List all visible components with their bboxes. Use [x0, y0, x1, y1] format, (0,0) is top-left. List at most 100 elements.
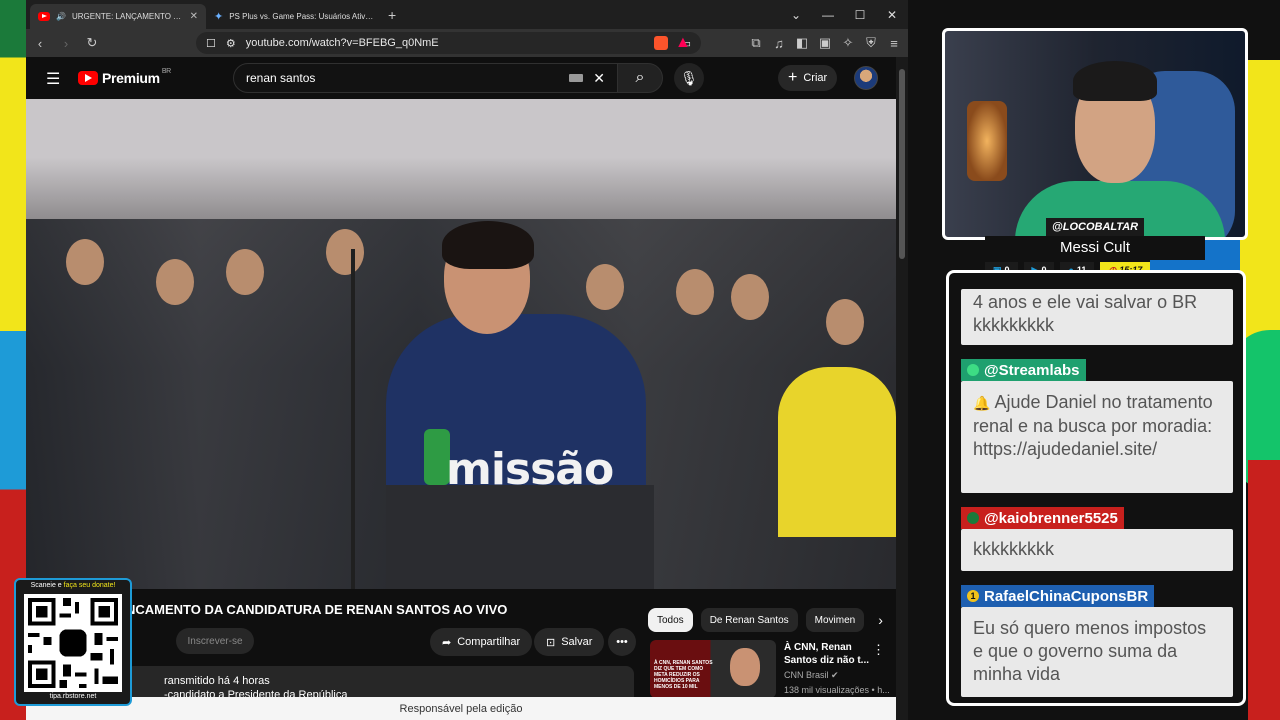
site-info-icon[interactable]: ⚙ [226, 37, 236, 50]
youtube-logo-icon [78, 71, 98, 85]
youtube-favicon-icon [38, 12, 50, 21]
qr-caption: Scaneie e faça seu donate! [30, 582, 116, 589]
tab-label: URGENTE: LANÇAMENTO DA CANDIDATURA [71, 12, 184, 21]
more-actions-button[interactable]: ••• [608, 628, 636, 656]
video-person [156, 259, 194, 305]
reload-icon[interactable]: ↻ [84, 35, 100, 51]
scrollbar[interactable] [896, 57, 908, 720]
more-icon: ••• [616, 636, 628, 648]
vpn-icon[interactable]: ⛨ [863, 35, 879, 51]
brave-rewards-icon[interactable]: ▲ [675, 34, 691, 52]
bookmark-icon[interactable]: ☐ [206, 37, 216, 50]
scrollbar-thumb[interactable] [899, 69, 905, 259]
extensions-icon[interactable]: ⧉ [748, 35, 764, 51]
logo-text: Premium [102, 70, 160, 86]
share-icon: ➦ [442, 636, 452, 649]
audio-playing-icon: 🔊 [56, 12, 66, 21]
chat-username: @Streamlabs [961, 359, 1086, 381]
chip-de-renan-santos[interactable]: De Renan Santos [700, 608, 798, 632]
video-podium [386, 485, 654, 589]
video-title: NCAMENTO DA CANDIDATURA DE RENAN SANTOS … [126, 602, 508, 617]
recommended-menu-icon[interactable]: ⋮ [872, 642, 885, 658]
close-window-icon[interactable]: ✕ [876, 8, 908, 22]
video-person [826, 299, 864, 345]
microphone-icon: 🎙 [680, 69, 698, 86]
video-person [731, 274, 769, 320]
brave-shields: ▲ [654, 29, 691, 57]
recommended-thumbnail[interactable]: À CNN, RENAN SANTOS DIZ QUE TEM COMO MET… [650, 640, 776, 698]
tab-youtube[interactable]: 🔊 URGENTE: LANÇAMENTO DA CANDIDATURA ✕ [30, 4, 206, 29]
webcam-lamp [967, 101, 1007, 181]
new-tab-icon[interactable]: + [388, 7, 396, 23]
browser-window: 🔊 URGENTE: LANÇAMENTO DA CANDIDATURA ✕ ✦… [26, 0, 908, 720]
hamburger-menu-icon[interactable]: ☰ [46, 69, 60, 89]
search-button[interactable]: ⌕ [617, 63, 663, 93]
menu-icon[interactable]: ≡ [886, 36, 902, 51]
maximize-icon[interactable]: ☐ [844, 8, 876, 22]
brave-shield-icon[interactable] [654, 36, 668, 50]
save-label: Salvar [561, 636, 593, 648]
streamer-handle: @LOCOBALTAR [1046, 218, 1145, 236]
leo-ai-icon[interactable]: ✧ [840, 35, 856, 51]
search-value: renan santos [246, 71, 316, 85]
thumbnail-text: À CNN, RENAN SANTOS DIZ QUE TEM COMO MET… [654, 660, 713, 690]
music-icon[interactable]: ♫ [771, 36, 787, 51]
recommended-views: 138 mil visualizações • h... [784, 685, 890, 695]
create-button[interactable]: + Criar [778, 65, 838, 91]
bookmark-save-icon: ⊡ [546, 636, 556, 649]
chat-message-text: Eu só quero menos impostos e que o gover… [961, 607, 1233, 697]
qr-url: tipa.rbstore.net [49, 693, 97, 700]
video-player[interactable]: missão [26, 99, 896, 589]
youtube-logo[interactable]: Premium BR [78, 67, 171, 86]
back-icon[interactable]: ‹ [32, 36, 48, 51]
rank-badge-icon: 1 [967, 590, 979, 602]
video-mic-stand [351, 249, 355, 589]
video-speaker-hair [442, 221, 534, 269]
forward-icon[interactable]: › [58, 36, 74, 51]
chat-username: 1 RafaelChinaCuponsBR [961, 585, 1155, 607]
search-input[interactable]: renan santos ✕ [233, 63, 618, 93]
share-label: Compartilhar [457, 636, 521, 648]
description-line: ransmitido há 4 horas [164, 675, 270, 687]
chat-username: @kaiobrenner5525 [961, 507, 1124, 529]
webcam-frame [942, 28, 1248, 240]
address-bar[interactable]: ☐ ⚙ youtube.com/watch?v=BFEBG_q0NmE ▭ [196, 32, 701, 54]
thumbnail-face [730, 648, 760, 686]
tab-label: PS Plus vs. Game Pass: Usuários Ativos -… [229, 12, 374, 21]
video-person [326, 229, 364, 275]
recommendation-chips: Todos De Renan Santos Movimen › [648, 608, 883, 632]
streamlabs-icon [967, 364, 979, 376]
qr-code [24, 594, 122, 692]
share-button[interactable]: ➦ Compartilhar [430, 628, 533, 656]
recommended-channel[interactable]: CNN Brasil ✔ [784, 670, 839, 681]
recommended-title[interactable]: À CNN, Renan Santos diz não t... [784, 641, 870, 667]
tab-search-chevron-icon[interactable]: ⌄ [780, 8, 812, 22]
logo-region: BR [161, 67, 171, 75]
video-person [586, 264, 624, 310]
chevron-right-icon[interactable]: › [878, 612, 883, 628]
sidebar-icon[interactable]: ◧ [794, 35, 810, 51]
tab-gemini[interactable]: ✦ PS Plus vs. Game Pass: Usuários Ativos… [206, 4, 382, 29]
subscribe-button[interactable]: Inscrever-se [176, 628, 254, 654]
clear-search-icon[interactable]: ✕ [593, 70, 605, 87]
chip-movimento[interactable]: Movimen [805, 608, 865, 632]
search-icon: ⌕ [635, 69, 645, 86]
avatar[interactable] [854, 66, 878, 90]
voice-search-button[interactable]: 🎙 [674, 63, 704, 93]
wallet-icon[interactable]: ▣ [817, 35, 833, 51]
save-button[interactable]: ⊡ Salvar [534, 628, 605, 656]
plus-icon: + [788, 69, 798, 86]
extensions-area: ⧉ ♫ ◧ ▣ ✧ ⛨ ≡ [748, 29, 902, 57]
verified-icon: ✔ [831, 670, 839, 680]
video-yellow-jacket [778, 367, 896, 537]
minimize-icon[interactable]: — [812, 8, 844, 22]
video-person [676, 269, 714, 315]
browser-toolbar: ‹ › ↻ ☐ ⚙ youtube.com/watch?v=BFEBG_q0Nm… [26, 29, 908, 57]
window-controls: ⌄ — ☐ ✕ [780, 0, 908, 29]
close-tab-icon[interactable]: ✕ [190, 11, 198, 22]
chat-message-text: 🔔 Ajude Daniel no tratamento renal e na … [961, 381, 1233, 493]
keyboard-icon[interactable] [569, 74, 584, 82]
podium-text: missão [446, 444, 614, 495]
chip-todos[interactable]: Todos [648, 608, 693, 632]
background-red-shape [1248, 460, 1280, 720]
